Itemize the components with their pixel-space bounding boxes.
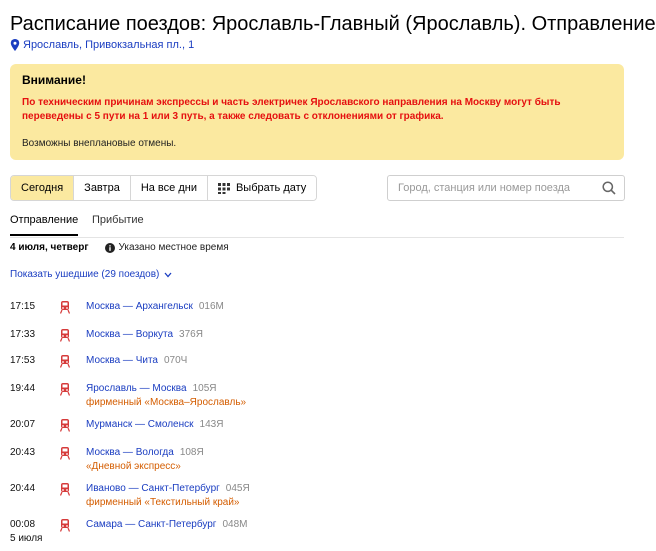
timezone-note: Указано местное время bbox=[104, 241, 229, 255]
train-number: 376Я bbox=[179, 329, 203, 340]
train-row: 17:15 Москва — Архангельск 016М bbox=[10, 300, 624, 330]
tomorrow-button[interactable]: Завтра bbox=[74, 176, 131, 200]
route-link[interactable]: Москва — Чита bbox=[86, 355, 158, 366]
tab-arrival[interactable]: Прибытие bbox=[92, 213, 144, 227]
show-past-link[interactable]: Показать ушедшие (29 поездов) bbox=[10, 268, 172, 282]
route-link[interactable]: Москва — Воркута bbox=[86, 329, 173, 340]
location-pin-icon bbox=[10, 39, 20, 51]
train-brand: фирменный «Текстильный край» bbox=[86, 497, 240, 508]
train-icon bbox=[60, 419, 70, 432]
notice-title: Внимание! bbox=[22, 73, 86, 87]
chevron-down-icon bbox=[164, 272, 172, 278]
departure-time: 20:07 bbox=[10, 419, 36, 430]
route-link[interactable]: Самара — Санкт-Петербург bbox=[86, 519, 216, 530]
notice-note: Возможны внеплановые отмены. bbox=[22, 138, 177, 149]
departure-time: 17:33 bbox=[10, 329, 36, 340]
tab-departure[interactable]: Отправление bbox=[10, 213, 79, 236]
pick-date-label: Выбрать дату bbox=[235, 182, 307, 194]
timezone-note-text: Указано местное время bbox=[118, 242, 229, 253]
departure-time: 17:53 bbox=[10, 355, 36, 366]
train-number: 045Я bbox=[225, 483, 250, 494]
warning-notice: Внимание! По техническим причинам экспре… bbox=[10, 64, 624, 160]
notice-warning-text: По техническим причинам экспрессы и част… bbox=[22, 97, 561, 122]
direction-tabs: Отправление Прибытие bbox=[10, 213, 624, 238]
train-number: 105Я bbox=[192, 383, 217, 394]
route-link[interactable]: Иваново — Санкт-Петербург bbox=[86, 483, 220, 494]
route-link[interactable]: Москва — Вологда bbox=[86, 447, 174, 458]
train-number: 016М bbox=[198, 301, 224, 312]
day-filter: Сегодня Завтра На все дни Выбрать дату bbox=[10, 175, 318, 201]
train-brand: «Дневной экспресс» bbox=[86, 461, 181, 472]
search-input[interactable] bbox=[396, 181, 602, 195]
train-number: 143Я bbox=[199, 419, 224, 430]
station-address-link[interactable]: Ярославль, Привокзальная пл., 1 bbox=[10, 38, 194, 52]
train-number: 070Ч bbox=[163, 355, 188, 366]
train-icon bbox=[60, 383, 70, 396]
train-row: 20:07 Мурманск — Смоленск 143Я bbox=[10, 418, 624, 448]
train-icon bbox=[60, 329, 70, 342]
train-brand: фирменный «Москва–Ярославль» bbox=[86, 397, 247, 408]
all-days-button[interactable]: На все дни bbox=[130, 176, 208, 200]
train-icon bbox=[60, 355, 70, 368]
search-icon[interactable] bbox=[602, 181, 616, 195]
train-row: 20:43 Москва — Вологда 108Я «Дневной эксп… bbox=[10, 446, 624, 476]
train-row: 20:44 Иваново — Санкт-Петербург 045Я фирм… bbox=[10, 482, 624, 512]
departure-time: 19:44 bbox=[10, 383, 36, 394]
search-box bbox=[387, 175, 625, 201]
train-number: 048М bbox=[222, 519, 248, 530]
train-number: 108Я bbox=[179, 447, 204, 458]
date-line: 4 июля, четверг Указано местное время bbox=[10, 241, 229, 255]
train-row: 00:08 5 июля Самара — Санкт-Петербург 048… bbox=[10, 518, 624, 548]
train-icon bbox=[60, 483, 70, 496]
route-link[interactable]: Ярославль — Москва bbox=[86, 383, 187, 394]
pick-date-button[interactable]: Выбрать дату bbox=[207, 176, 317, 200]
info-icon bbox=[104, 243, 115, 253]
departure-time: 00:08 bbox=[10, 519, 36, 530]
page-title: Расписание поездов: Ярославль-Главный (Я… bbox=[10, 13, 656, 35]
calendar-grid-icon bbox=[217, 183, 230, 194]
departure-time: 17:15 bbox=[10, 301, 36, 312]
train-icon bbox=[60, 519, 70, 532]
train-row: 19:44 Ярославль — Москва 105Я фирменный «… bbox=[10, 382, 624, 412]
departure-time: 20:43 bbox=[10, 447, 36, 458]
train-icon bbox=[60, 447, 70, 460]
route-link[interactable]: Мурманск — Смоленск bbox=[86, 419, 194, 430]
departure-time: 20:44 bbox=[10, 483, 36, 494]
current-date: 4 июля, четверг bbox=[10, 242, 89, 253]
station-address: Ярославль, Привокзальная пл., 1 bbox=[23, 39, 195, 51]
today-button[interactable]: Сегодня bbox=[11, 176, 75, 200]
train-icon bbox=[60, 301, 70, 314]
departure-date: 5 июля bbox=[10, 533, 43, 544]
train-row: 17:53 Москва — Чита 070Ч bbox=[10, 354, 624, 384]
route-link[interactable]: Москва — Архангельск bbox=[86, 301, 193, 312]
show-past-label: Показать ушедшие (29 поездов) bbox=[10, 269, 160, 280]
